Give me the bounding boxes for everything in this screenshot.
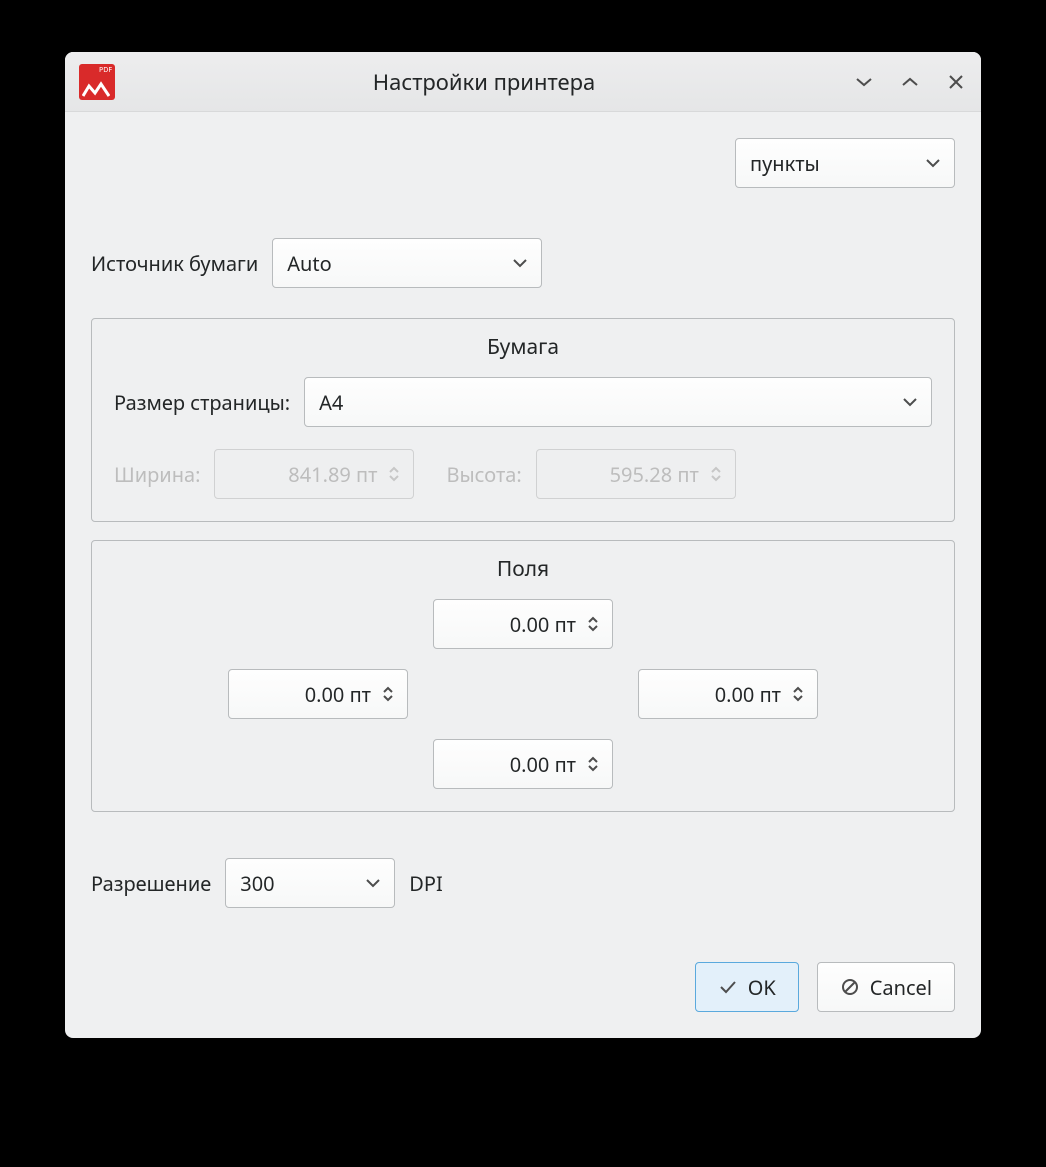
- margin-bottom-stepper[interactable]: 0.00 пт: [433, 739, 613, 789]
- ok-label: OK: [748, 974, 776, 1001]
- page-size-label: Размер страницы:: [114, 389, 290, 416]
- stepper-icon: [791, 686, 805, 702]
- minimize-button[interactable]: [851, 69, 877, 95]
- dialog-content: пункты Источник бумаги Auto Бумага Разме…: [65, 112, 981, 1038]
- stepper-icon: [709, 466, 723, 482]
- margin-bottom-value: 0.00 пт: [448, 751, 586, 778]
- dialog-title: Настройки принтера: [127, 67, 841, 97]
- cancel-label: Cancel: [870, 974, 932, 1001]
- resolution-value: 300: [240, 870, 274, 897]
- cancel-button[interactable]: Cancel: [817, 962, 955, 1012]
- height-label: Высота:: [446, 461, 521, 488]
- margins-group: Поля 0.00 пт 0.00 пт: [91, 540, 955, 812]
- chevron-down-icon: [924, 157, 942, 169]
- width-stepper: 841.89 пт: [214, 449, 414, 499]
- app-icon: [79, 64, 115, 100]
- resolution-select[interactable]: 300: [225, 858, 395, 908]
- paper-source-label: Источник бумаги: [91, 250, 258, 277]
- chevron-down-icon: [511, 257, 529, 269]
- chevron-down-icon: [364, 877, 382, 889]
- margin-left-value: 0.00 пт: [243, 681, 381, 708]
- dialog-window: Настройки принтера пункты Источник бумаг: [65, 52, 981, 1038]
- page-size-value: A4: [319, 389, 343, 416]
- height-value: 595.28 пт: [551, 461, 709, 488]
- stepper-icon: [586, 616, 600, 632]
- margin-top-stepper[interactable]: 0.00 пт: [433, 599, 613, 649]
- check-icon: [718, 979, 738, 995]
- paper-source-select[interactable]: Auto: [272, 238, 542, 288]
- maximize-button[interactable]: [897, 69, 923, 95]
- resolution-label: Разрешение: [91, 870, 211, 897]
- margins-group-title: Поля: [114, 555, 932, 583]
- height-stepper: 595.28 пт: [536, 449, 736, 499]
- window-controls: [851, 69, 969, 95]
- prohibit-icon: [840, 977, 860, 997]
- width-value: 841.89 пт: [229, 461, 387, 488]
- ok-button[interactable]: OK: [695, 962, 799, 1012]
- paper-group: Бумага Размер страницы: A4 Ширина: 841.8…: [91, 318, 955, 522]
- units-value: пункты: [750, 150, 820, 177]
- margin-right-value: 0.00 пт: [653, 681, 791, 708]
- margin-right-stepper[interactable]: 0.00 пт: [638, 669, 818, 719]
- margin-top-value: 0.00 пт: [448, 611, 586, 638]
- stepper-icon: [387, 466, 401, 482]
- paper-source-value: Auto: [287, 250, 331, 277]
- width-label: Ширина:: [114, 461, 200, 488]
- paper-group-title: Бумага: [114, 333, 932, 361]
- stepper-icon: [586, 756, 600, 772]
- chevron-down-icon: [901, 396, 919, 408]
- page-size-select[interactable]: A4: [304, 377, 932, 427]
- stepper-icon: [381, 686, 395, 702]
- resolution-unit: DPI: [409, 870, 442, 897]
- units-select[interactable]: пункты: [735, 138, 955, 188]
- close-button[interactable]: [943, 69, 969, 95]
- margin-left-stepper[interactable]: 0.00 пт: [228, 669, 408, 719]
- titlebar: Настройки принтера: [65, 52, 981, 112]
